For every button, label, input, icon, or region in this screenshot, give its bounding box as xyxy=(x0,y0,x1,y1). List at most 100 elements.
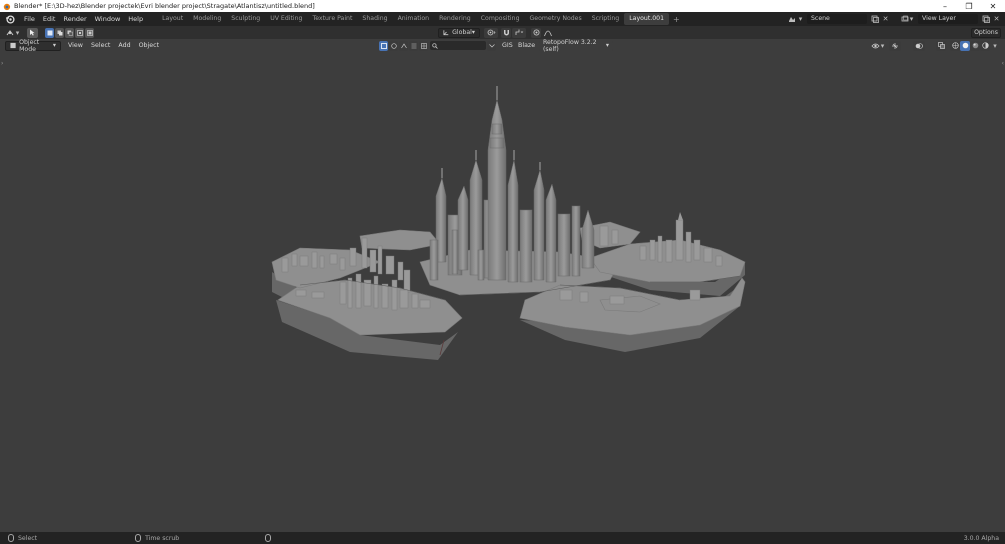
scene-selector-area: ▾ Scene ✕ ▾ View Layer ✕ xyxy=(787,12,1005,26)
select-tool-button[interactable] xyxy=(27,27,38,38)
tab-shading[interactable]: Shading xyxy=(357,13,392,25)
tab-layout-001[interactable]: Layout.001 xyxy=(624,13,670,25)
add-workspace-button[interactable]: + xyxy=(669,15,684,24)
tab-layout[interactable]: Layout xyxy=(157,13,188,25)
tool-settings-header: ▾ Global ▾ Options xyxy=(0,26,1005,39)
tab-rendering[interactable]: Rendering xyxy=(434,13,476,25)
top-bar: File Edit Render Window Help Layout Mode… xyxy=(0,12,1005,26)
visibility-selectability-icon[interactable] xyxy=(871,41,880,50)
proportional-editing-button[interactable] xyxy=(531,27,541,38)
retopoflow-select-icon[interactable] xyxy=(379,40,388,51)
chevron-down-icon: ▾ xyxy=(15,28,20,37)
menu-file[interactable]: File xyxy=(20,15,39,23)
duplicate-scene-icon[interactable] xyxy=(870,15,879,24)
tab-modeling[interactable]: Modeling xyxy=(188,13,226,25)
view-layer-icon[interactable] xyxy=(900,15,909,24)
title-bar: Blender* [E:\3D-hez\Blender projectek\Ev… xyxy=(0,0,1005,12)
solid-shading-button[interactable] xyxy=(960,40,970,51)
duplicate-view-layer-icon[interactable] xyxy=(981,15,990,24)
editor-type-icon[interactable] xyxy=(6,28,15,37)
show-gizmo-button[interactable] xyxy=(889,40,901,51)
status-time-scrub-label: Time scrub xyxy=(145,534,180,542)
mode-invert-selection-button[interactable] xyxy=(75,27,84,38)
remove-scene-icon[interactable]: ✕ xyxy=(881,15,890,24)
show-overlays-button[interactable] xyxy=(913,40,925,51)
status-context-hint xyxy=(265,534,275,542)
rendered-shading-button[interactable] xyxy=(980,40,990,51)
scene-icon[interactable] xyxy=(787,15,796,24)
menu-select[interactable]: Select xyxy=(87,42,114,49)
mouse-left-icon xyxy=(8,534,14,542)
object-mode-icon xyxy=(10,42,16,49)
tab-texture-paint[interactable]: Texture Paint xyxy=(307,13,357,25)
toggle-xray-button[interactable] xyxy=(936,40,946,51)
tab-scripting[interactable]: Scripting xyxy=(587,13,625,25)
viewport-header: Object Mode ▾ View Select Add Object GIS… xyxy=(0,38,1005,53)
options-dropdown[interactable]: Options xyxy=(971,27,1001,38)
window-controls: – ❐ ✕ xyxy=(933,0,1005,12)
status-select-label: Select xyxy=(18,534,38,542)
atlantis-city-model[interactable] xyxy=(0,52,1005,532)
restore-button[interactable]: ❐ xyxy=(957,0,981,12)
mouse-middle-icon xyxy=(135,534,142,542)
blender-logo-icon[interactable] xyxy=(4,13,16,25)
menu-help[interactable]: Help xyxy=(124,15,147,23)
snap-toggle-button[interactable] xyxy=(501,27,511,38)
mode-intersect-selection-button[interactable] xyxy=(85,27,94,38)
chevron-down-icon: ▾ xyxy=(798,15,803,23)
close-button[interactable]: ✕ xyxy=(981,0,1005,12)
viewport-filter-button[interactable] xyxy=(487,40,496,51)
chevron-down-icon: ▾ xyxy=(471,29,475,36)
menu-window[interactable]: Window xyxy=(91,15,125,23)
snap-target-button[interactable] xyxy=(512,27,526,38)
tab-compositing[interactable]: Compositing xyxy=(476,13,525,25)
tab-geometry-nodes[interactable]: Geometry Nodes xyxy=(525,13,587,25)
chevron-down-icon[interactable]: ▾ xyxy=(992,41,998,50)
object-mode-dropdown[interactable]: Object Mode ▾ xyxy=(5,38,61,53)
menu-render[interactable]: Render xyxy=(59,15,90,23)
chevron-down-icon: ▾ xyxy=(605,42,609,49)
wireframe-shading-button[interactable] xyxy=(950,40,960,51)
3d-viewport[interactable]: › ‹ xyxy=(0,52,1005,532)
viewport-search-field[interactable] xyxy=(430,41,486,50)
blender-app-icon xyxy=(3,3,11,10)
chevron-down-icon: ▾ xyxy=(880,41,885,50)
status-time-scrub-hint: Time scrub xyxy=(135,534,179,542)
blender-version: 3.0.0 Alpha xyxy=(963,534,999,542)
remove-view-layer-icon[interactable]: ✕ xyxy=(992,15,1001,24)
tab-animation[interactable]: Animation xyxy=(393,13,435,25)
view-layer-name: View Layer xyxy=(922,15,956,22)
mode-extend-selection-button[interactable] xyxy=(55,27,64,38)
menu-edit[interactable]: Edit xyxy=(39,15,60,23)
scene-name-field[interactable]: Scene xyxy=(807,14,867,24)
tab-sculpting[interactable]: Sculpting xyxy=(226,13,265,25)
mode-new-selection-button[interactable] xyxy=(45,27,54,38)
window-title: Blender* [E:\3D-hez\Blender projectek\Ev… xyxy=(14,2,315,10)
proportional-falloff-icon[interactable] xyxy=(543,28,552,37)
retopoflow-dropdown[interactable]: RetopoFlow 3.2.2 (self) ▾ xyxy=(539,38,613,53)
menu-object[interactable]: Object xyxy=(135,42,164,49)
transform-orientation-value: Global xyxy=(452,29,472,36)
retopoflow-contours-icon[interactable] xyxy=(389,40,398,51)
status-select-hint: Select xyxy=(8,534,37,542)
retopoflow-polystrips-icon[interactable] xyxy=(399,40,408,51)
pivot-point-button[interactable] xyxy=(484,27,498,38)
mouse-right-icon xyxy=(265,534,272,542)
object-mode-label: Object Mode xyxy=(19,38,40,53)
retopoflow-strokes-icon[interactable] xyxy=(409,40,418,51)
workspace-tabs: Layout Modeling Sculpting UV Editing Tex… xyxy=(157,12,684,26)
material-preview-button[interactable] xyxy=(970,40,980,51)
chevron-down-icon: ▾ xyxy=(52,42,56,49)
menu-add[interactable]: Add xyxy=(114,42,134,49)
tab-uv-editing[interactable]: UV Editing xyxy=(265,13,307,25)
minimize-button[interactable]: – xyxy=(933,0,957,12)
menu-view[interactable]: View xyxy=(64,42,87,49)
retopoflow-label: RetopoFlow 3.2.2 (self) xyxy=(543,38,597,53)
mode-subtract-selection-button[interactable] xyxy=(65,27,74,38)
transform-orientation-dropdown[interactable]: Global ▾ xyxy=(438,27,480,38)
view-layer-field[interactable]: View Layer xyxy=(918,14,978,24)
retopoflow-patches-icon[interactable] xyxy=(419,40,428,51)
blaze-menu[interactable]: Blaze xyxy=(514,42,539,49)
search-icon xyxy=(432,42,438,49)
orientation-global-icon xyxy=(443,30,449,36)
